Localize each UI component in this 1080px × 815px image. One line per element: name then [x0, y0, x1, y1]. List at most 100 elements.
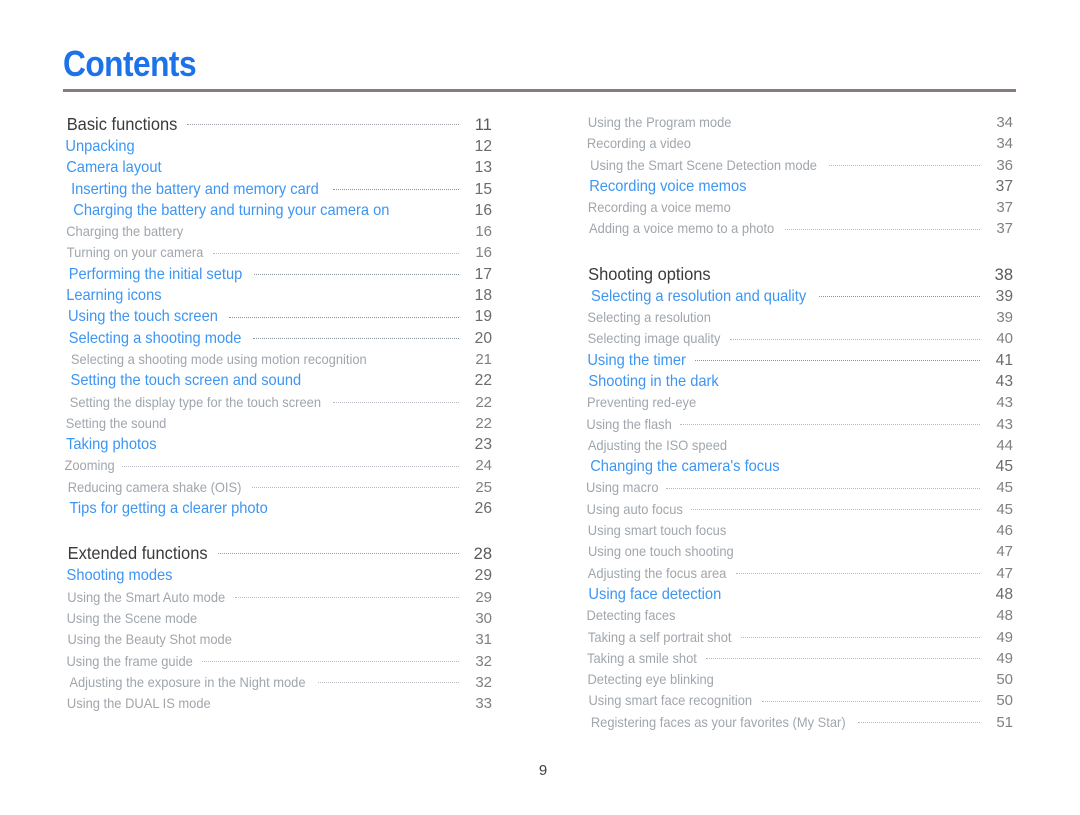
toc-entry[interactable]: Using the Smart Scene Detection mode 36	[584, 155, 1013, 176]
toc-entry[interactable]: Using the Beauty Shot mode 31	[63, 629, 492, 650]
toc-entry[interactable]: Camera layout 13	[63, 157, 492, 178]
toc-entry-page-number: 29	[474, 567, 492, 585]
toc-entry-label: Extended functions	[67, 543, 208, 564]
toc-entry[interactable]: Adjusting the exposure in the Night mode…	[63, 672, 492, 693]
toc-entry-label: Adjusting the focus area	[587, 565, 727, 581]
toc-entry-label: Registering faces as your favorites (My …	[590, 714, 846, 730]
dot-leader	[170, 295, 459, 297]
toc-section-entry[interactable]: Basic functions 11	[63, 112, 492, 136]
toc-entry-page-number: 34	[996, 135, 1013, 153]
toc-entry-page-number: 22	[474, 372, 492, 390]
toc-entry[interactable]: Learning icons 18	[63, 285, 492, 306]
page-footer: 9	[0, 762, 1080, 780]
toc-entry[interactable]: Taking a self portrait shot 49	[584, 627, 1013, 648]
toc-entry-label: Using the Smart Scene Detection mode	[590, 157, 817, 173]
toc-entry[interactable]: Using the Program mode 34	[584, 112, 1013, 133]
dot-leader	[333, 402, 459, 403]
toc-entry-page-number: 39	[995, 287, 1013, 305]
toc-entry-page-number: 30	[475, 609, 492, 627]
toc-entry[interactable]: Registering faces as your favorites (My …	[584, 712, 1013, 733]
toc-entry[interactable]: Using face detection 48	[584, 584, 1013, 605]
toc-entry-label: Selecting a shooting mode using motion r…	[70, 351, 367, 367]
toc-entry[interactable]: Setting the touch screen and sound 22	[63, 370, 492, 391]
toc-entry[interactable]: Shooting modes 29	[63, 565, 492, 586]
dot-leader	[705, 658, 980, 659]
toc-entry[interactable]: Taking a smile shot 49	[584, 648, 1013, 669]
toc-entry-label: Setting the sound	[65, 415, 167, 431]
toc-entry[interactable]: Using the DUAL IS mode 33	[63, 693, 492, 714]
toc-entry[interactable]: Adjusting the focus area 47	[584, 563, 1013, 584]
toc-entry[interactable]: Selecting a resolution 39	[584, 307, 1013, 328]
toc-entry[interactable]: Zooming 24	[63, 455, 492, 476]
toc-entry[interactable]: Recording a video 34	[584, 133, 1013, 154]
toc-entry-label: Unpacking	[65, 138, 135, 155]
dot-leader	[252, 338, 459, 339]
dot-leader	[242, 639, 459, 641]
toc-entry[interactable]: Detecting eye blinking 50	[584, 669, 1013, 690]
toc-section-entry[interactable]: Extended functions 28	[63, 541, 492, 565]
toc-entry[interactable]: Adjusting the ISO speed 44	[584, 435, 1013, 456]
toc-entry[interactable]: Using smart face recognition 50	[584, 690, 1013, 711]
toc-entry-page-number: 16	[475, 244, 492, 262]
toc-entry-page-number: 51	[996, 713, 1013, 731]
dot-leader	[228, 317, 460, 318]
toc-entry-page-number: 41	[995, 351, 1013, 369]
toc-entry[interactable]: Using the flash 43	[584, 414, 1013, 435]
toc-entry[interactable]: Using the frame guide 32	[63, 651, 492, 672]
toc-entry[interactable]: Preventing red-eye 43	[584, 392, 1013, 413]
toc-entry[interactable]: Selecting a shooting mode using motion r…	[63, 349, 492, 370]
toc-entry-page-number: 47	[996, 564, 1013, 582]
toc-entry-page-number: 47	[996, 543, 1013, 561]
toc-entry-page-number: 36	[996, 156, 1013, 174]
toc-entry[interactable]: Setting the sound 22	[63, 413, 492, 434]
toc-entry[interactable]: Changing the camera's focus 45	[584, 456, 1013, 477]
toc-entry[interactable]: Selecting a shooting mode 20	[63, 328, 492, 349]
toc-entry[interactable]: Performing the initial setup 17	[63, 264, 492, 285]
toc-entry[interactable]: Using auto focus 45	[584, 499, 1013, 520]
toc-entry[interactable]: Shooting in the dark 43	[584, 371, 1013, 392]
dot-leader	[723, 679, 980, 681]
dot-leader	[720, 273, 980, 275]
toc-section-entry[interactable]: Shooting options 38	[584, 262, 1013, 286]
dot-leader	[217, 553, 459, 554]
toc-entry-label: Using the flash	[586, 416, 672, 432]
dot-leader	[762, 701, 980, 702]
dot-leader	[174, 423, 459, 424]
toc-entry-page-number: 44	[996, 436, 1013, 454]
toc-entry[interactable]: Detecting faces 48	[584, 605, 1013, 626]
toc-entry-label: Selecting a shooting mode	[68, 329, 242, 347]
toc-entry[interactable]: Using smart touch focus 46	[584, 520, 1013, 541]
toc-entry-label: Selecting a resolution and quality	[591, 287, 807, 305]
toc-entry-page-number: 32	[475, 652, 492, 670]
toc-entry-page-number: 48	[995, 585, 1013, 603]
toc-entry-label: Setting the display type for the touch s…	[69, 394, 322, 410]
dot-leader	[121, 466, 459, 467]
toc-entry[interactable]: Charging the battery and turning your ca…	[63, 200, 492, 221]
toc-entry-page-number: 39	[996, 309, 1013, 327]
toc-entry[interactable]: Using one touch shooting 47	[584, 541, 1013, 562]
toc-entry[interactable]: Tips for getting a clearer photo 26	[63, 498, 492, 519]
toc-entry[interactable]: Turning on your camera 16	[63, 242, 492, 263]
dot-leader	[170, 167, 459, 169]
toc-column-right: Using the Program mode 34 Recording a vide…	[584, 112, 1013, 733]
toc-entry[interactable]: Setting the display type for the touch s…	[63, 392, 492, 413]
toc-entry[interactable]: Using the Scene mode 30	[63, 608, 492, 629]
dot-leader	[735, 530, 980, 532]
toc-entry[interactable]: Using the touch screen 19	[63, 306, 492, 327]
toc-entry[interactable]: Adding a voice memo to a photo 37	[584, 218, 1013, 239]
toc-entry[interactable]: Unpacking 12	[63, 136, 492, 157]
toc-entry[interactable]: Taking photos 23	[63, 434, 492, 455]
toc-entry[interactable]: Selecting image quality 40	[584, 328, 1013, 349]
toc-entry[interactable]: Reducing camera shake (OIS) 25	[63, 477, 492, 498]
toc-entry-page-number: 43	[996, 394, 1013, 412]
toc-entry[interactable]: Charging the battery 16	[63, 221, 492, 242]
toc-entry[interactable]: Recording voice memos 37	[584, 176, 1013, 197]
toc-entry[interactable]: Using the Smart Auto mode 29	[63, 587, 492, 608]
toc-entry[interactable]: Using the timer 41	[584, 350, 1013, 371]
toc-entry[interactable]: Recording a voice memo 37	[584, 197, 1013, 218]
toc-entry-label: Using one touch shooting	[587, 544, 734, 560]
toc-entry[interactable]: Selecting a resolution and quality 39	[584, 286, 1013, 307]
toc-entry[interactable]: Inserting the battery and memory card 15	[63, 179, 492, 200]
dot-leader	[235, 597, 459, 598]
toc-entry[interactable]: Using macro 45	[584, 477, 1013, 498]
